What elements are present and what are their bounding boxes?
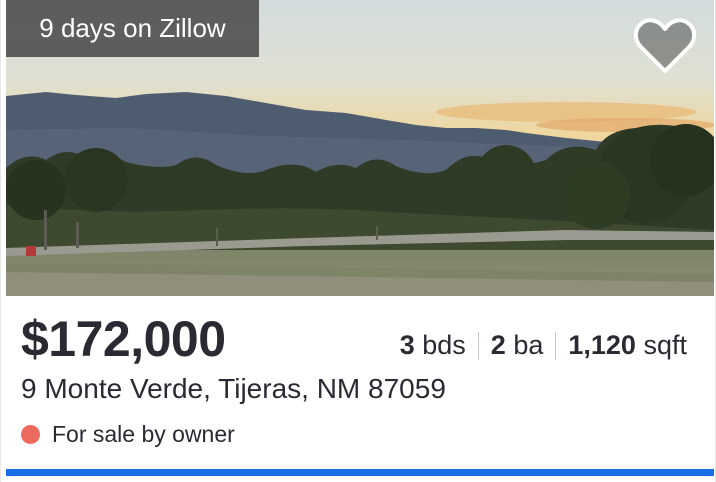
days-on-zillow-badge: 9 days on Zillow <box>6 0 259 57</box>
listing-price: $172,000 <box>21 311 226 367</box>
facts-divider <box>477 331 479 360</box>
property-card[interactable]: 9 days on Zillow $172,000 3 bds 2 ba 1,1… <box>0 0 716 482</box>
card-accent-bar <box>6 469 714 476</box>
save-home-button[interactable] <box>633 18 697 76</box>
baths-unit: ba <box>513 330 544 360</box>
sqft-unit: sqft <box>643 330 687 360</box>
listing-address[interactable]: 9 Monte Verde, Tijeras, NM 87059 <box>21 373 446 405</box>
facts-divider <box>555 331 557 360</box>
heart-outline-icon <box>633 18 697 73</box>
sqft-count: 1,120 <box>568 330 636 360</box>
baths-count: 2 <box>490 330 506 360</box>
status-dot-icon <box>21 425 40 444</box>
listing-status: For sale by owner <box>21 421 235 448</box>
beds-unit: bds <box>422 330 466 360</box>
beds-count: 3 <box>399 330 415 360</box>
home-facts: 3 bds 2 ba 1,120 sqft <box>400 330 687 361</box>
status-label: For sale by owner <box>52 421 235 447</box>
